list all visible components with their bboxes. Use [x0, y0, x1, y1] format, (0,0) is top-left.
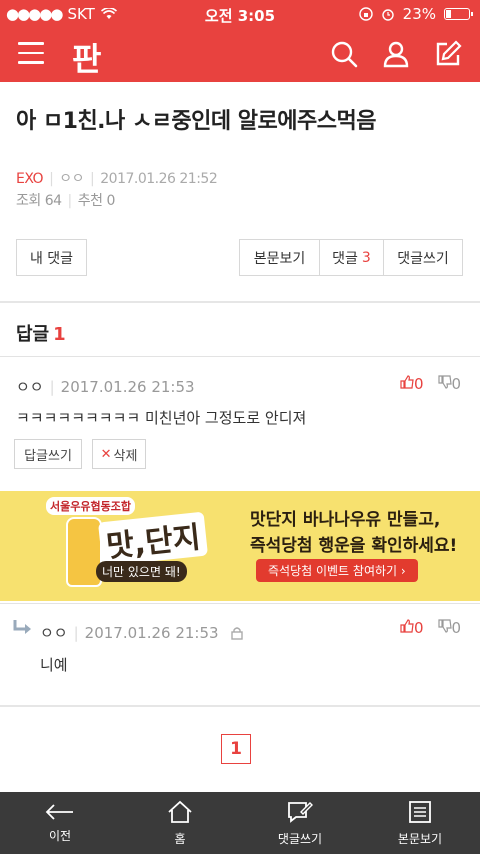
upvote-count: 0 [414, 375, 424, 393]
comment-edit-icon [288, 801, 313, 823]
upvote-button[interactable]: 0 [400, 375, 424, 393]
upvote-count: 0 [414, 619, 424, 637]
view-post-nav-button[interactable]: 본문보기 [360, 792, 480, 854]
comment-votes: 0 0 [400, 375, 461, 393]
thumbs-down-icon [437, 619, 452, 633]
divider [0, 356, 480, 357]
post-title: 아 ㅁ1친.나 ㅅㄹ중인데 알로에주스먹음 [16, 109, 376, 134]
comments-label: 댓글 [332, 250, 358, 267]
comments-count: 3 [361, 249, 371, 266]
my-comments-button[interactable]: 내 댓글 [16, 239, 87, 276]
battery-percent: 23% [402, 5, 436, 23]
reply-meta: ㅇㅇ | 2017.01.26 21:53 [40, 622, 244, 643]
delete-button[interactable]: ✕ 삭제 [92, 439, 146, 469]
downvote-button[interactable]: 0 [437, 375, 462, 393]
write-comment-nav-button[interactable]: 댓글쓰기 [240, 792, 360, 854]
reply-button[interactable]: 답글쓰기 [14, 439, 82, 469]
edit-icon[interactable] [434, 40, 462, 68]
pann-logo[interactable]: 판 [72, 34, 101, 80]
divider [0, 301, 480, 303]
reply-author: ㅇㅇ [40, 624, 68, 642]
reply-arrow-icon [13, 620, 31, 634]
alarm-icon [381, 9, 394, 21]
post-stats: 조회 64 | 추천 0 [16, 193, 116, 209]
back-arrow-icon [45, 803, 73, 820]
write-comment-button[interactable]: 댓글쓰기 [383, 239, 463, 276]
thumbs-down-icon [437, 375, 452, 389]
comment-text: ㅋㅋㅋㅋㅋㅋㅋㅋㅋ 미친년아 그정도로 안디져 [16, 409, 307, 427]
top-nav: 판 [0, 28, 480, 82]
close-icon: ✕ [100, 446, 112, 462]
menu-icon[interactable] [18, 42, 44, 64]
document-icon [409, 800, 431, 823]
rotation-lock-icon [358, 7, 373, 21]
reply-votes: 0 0 [400, 619, 461, 637]
search-icon[interactable] [330, 40, 358, 68]
home-icon [168, 800, 192, 823]
post-author: ㅇㅇ [59, 171, 85, 187]
reply-text: 니예 [40, 656, 68, 674]
ad-banner[interactable]: 서울우유협동조합 맛,단지 너만 있으면 돼! 맛단지 바나나우유 만들고, 즉… [0, 491, 480, 601]
channel-link[interactable]: EXO [16, 171, 44, 187]
thumbs-up-icon [400, 375, 414, 389]
user-icon[interactable] [382, 40, 410, 68]
divider [0, 705, 480, 707]
replies-count: 1 [53, 324, 66, 345]
ad-cta-button[interactable]: 즉석당첨 이벤트 참여하기 › [256, 559, 418, 582]
recommends: 추천 0 [77, 193, 116, 209]
divider [0, 603, 480, 604]
ad-headline: 맛,단지 [97, 511, 209, 567]
battery-icon [444, 8, 473, 20]
back-button[interactable]: 이전 [0, 792, 120, 854]
reply-date: 2017.01.26 21:53 [84, 624, 219, 642]
downvote-count: 0 [451, 619, 462, 637]
post-meta: EXO | ㅇㅇ | 2017.01.26 21:52 [16, 171, 218, 187]
downvote-button[interactable]: 0 [437, 619, 462, 637]
ad-line1: 맛단지 바나나우유 만들고, [250, 510, 441, 530]
comments-button[interactable]: 댓글 3 [319, 239, 384, 276]
thumbs-up-icon [400, 619, 414, 633]
downvote-count: 0 [451, 375, 462, 393]
page-number-current[interactable]: 1 [221, 734, 251, 764]
view-post-button[interactable]: 본문보기 [239, 239, 320, 276]
comment-author: ㅇㅇ [16, 378, 44, 396]
lock-icon [231, 627, 244, 640]
ad-line2: 즉석당첨 행운을 확인하세요! [250, 536, 458, 556]
status-right: 23% [358, 5, 473, 23]
post-date: 2017.01.26 21:52 [100, 171, 218, 187]
ad-brand: 서울우유협동조합 [46, 497, 135, 515]
comment-date: 2017.01.26 21:53 [60, 378, 195, 396]
home-button[interactable]: 홈 [120, 792, 240, 854]
replies-heading: 답글 1 [16, 324, 66, 345]
views: 조회 64 [16, 193, 62, 209]
comment-meta: ㅇㅇ | 2017.01.26 21:53 [16, 378, 195, 396]
upvote-button[interactable]: 0 [400, 619, 424, 637]
ad-tag: 너만 있으면 돼! [96, 561, 187, 582]
status-bar: ●●●●● SKT 오전 3:05 23% [0, 0, 480, 28]
bottom-toolbar: 이전 홈 댓글쓰기 본문보기 [0, 792, 480, 854]
